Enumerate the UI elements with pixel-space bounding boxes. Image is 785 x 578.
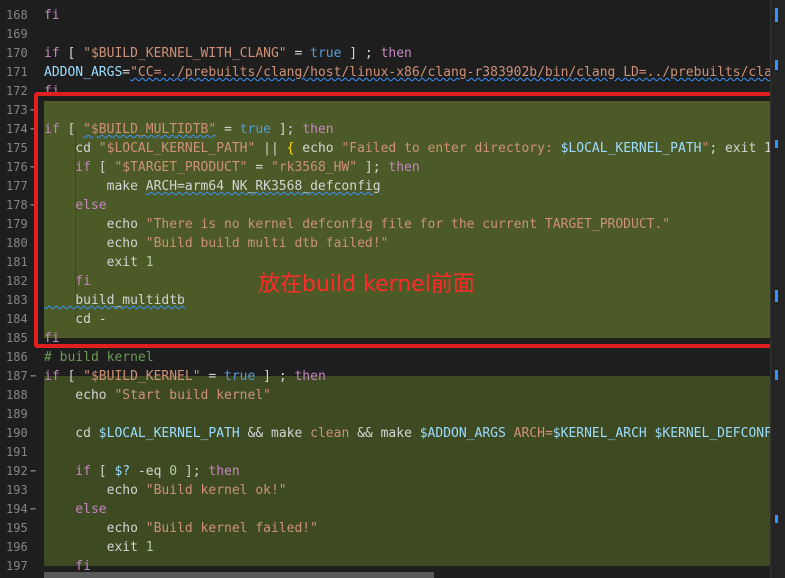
- code-line[interactable]: echo "Start build kernel": [44, 386, 785, 405]
- scroll-marker: [775, 515, 778, 523]
- fold-icon[interactable]: −: [30, 500, 36, 519]
- line-number: 192−: [0, 462, 42, 481]
- line-number: 197: [6, 559, 28, 573]
- line-number: 186: [6, 350, 28, 364]
- code-line[interactable]: echo "Build kernel ok!": [44, 481, 785, 500]
- scroll-marker: [775, 140, 778, 148]
- scroll-marker: [775, 8, 778, 22]
- fold-icon[interactable]: −: [30, 367, 36, 386]
- code-line[interactable]: ADDON_ARGS="CC=../prebuilts/clang/host/l…: [44, 63, 785, 82]
- scroll-marker: [775, 370, 778, 380]
- code-line[interactable]: cd $LOCAL_KERNEL_PATH && make clean && m…: [44, 424, 785, 443]
- code-line[interactable]: # build kernel: [44, 348, 785, 367]
- line-number: 194−: [0, 500, 42, 519]
- code-line[interactable]: echo "Build kernel failed!": [44, 519, 785, 538]
- annotation-box: [34, 92, 782, 348]
- line-number: 189: [6, 407, 28, 421]
- scroll-marker: [775, 290, 778, 302]
- annotation-text: 放在build kernel前面: [258, 272, 475, 297]
- code-editor[interactable]: 167 168 169 170 171 172 173− 174− 175 17…: [0, 0, 785, 578]
- code-line[interactable]: [44, 405, 785, 424]
- code-line[interactable]: if [ "$BUILD_KERNEL_WITH_CLANG" = true ]…: [44, 44, 785, 63]
- fold-icon[interactable]: −: [30, 462, 36, 481]
- line-number: 191: [6, 445, 28, 459]
- vertical-scrollbar[interactable]: [770, 0, 785, 578]
- scroll-marker: [775, 60, 778, 70]
- line-number: 195: [6, 521, 28, 535]
- code-line[interactable]: exit 1: [44, 538, 785, 557]
- horizontal-scrollbar-thumb[interactable]: [44, 572, 434, 578]
- line-number: 169: [6, 27, 28, 41]
- line-number: 168: [6, 8, 28, 22]
- code-line[interactable]: if [ $? -eq 0 ]; then: [44, 462, 785, 481]
- code-line[interactable]: if [ "$BUILD_KERNEL" = true ] ; then: [44, 367, 785, 386]
- line-number: 171: [6, 65, 28, 79]
- line-number: 170: [6, 46, 28, 60]
- line-number: 188: [6, 388, 28, 402]
- code-line[interactable]: else: [44, 500, 785, 519]
- code-line[interactable]: fi: [44, 6, 785, 25]
- line-number: 196: [6, 540, 28, 554]
- line-number: 187−: [0, 367, 42, 386]
- code-line[interactable]: [44, 443, 785, 462]
- line-number: 193: [6, 483, 28, 497]
- code-line[interactable]: [44, 25, 785, 44]
- line-number: 190: [6, 426, 28, 440]
